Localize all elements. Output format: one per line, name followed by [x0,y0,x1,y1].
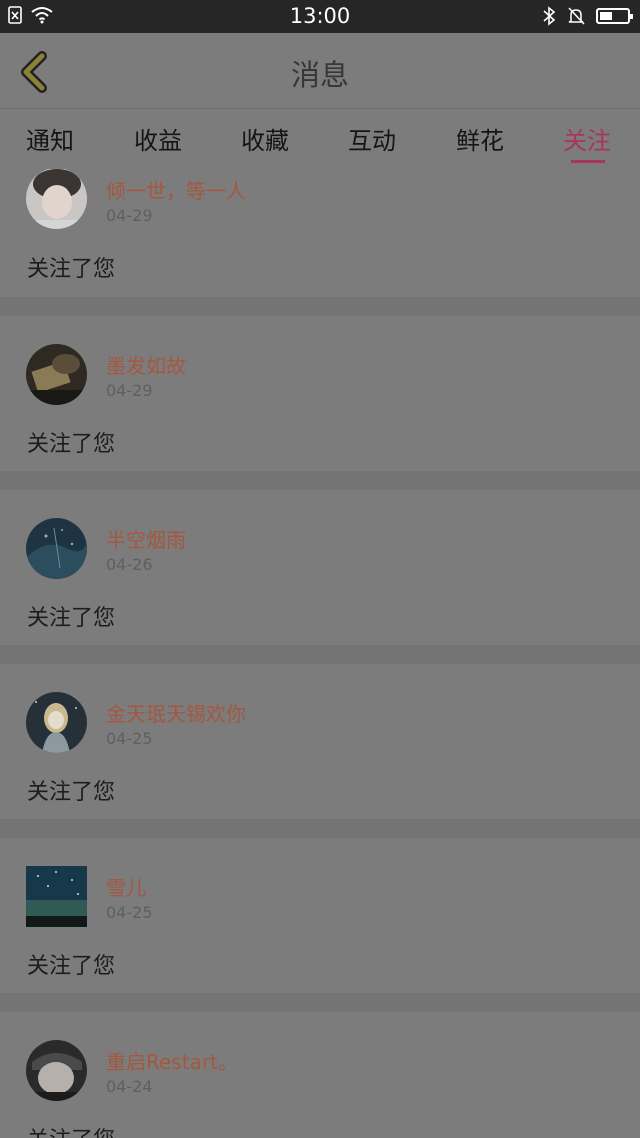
list-divider [0,645,640,664]
timestamp: 04-26 [106,555,153,574]
username[interactable]: 金天珉天锡欢你 [106,698,246,727]
mute-bell-icon [568,7,585,25]
username[interactable]: 雪儿 [106,872,146,901]
notification-message: 关注了您 [27,432,116,457]
header-bar: 消息 [0,33,640,109]
active-tab-indicator [571,160,605,163]
page-title: 消息 [290,58,349,92]
list-divider [0,471,640,490]
notification-message: 关注了您 [27,257,116,282]
list-divider [0,993,640,1012]
timestamp: 04-29 [106,381,153,400]
timestamp: 04-25 [106,729,153,748]
list-item[interactable]: 半空烟雨 04-26 关注了您 [0,490,640,631]
avatar[interactable] [26,692,87,753]
avatar[interactable] [26,1040,87,1101]
notification-message: 关注了您 [27,1122,115,1138]
battery-fill [600,12,612,20]
username[interactable]: 倾一世，等一人 [106,175,246,204]
username[interactable]: 重启Restart。 [106,1046,238,1075]
list-item[interactable]: 金天珉天锡欢你 04-25 关注了您 [0,664,640,805]
tab-notice[interactable]: 通知 [26,121,74,156]
tab-follow[interactable]: 关注 [563,121,611,156]
list-divider [0,819,640,838]
notification-message: 关注了您 [27,606,116,631]
list-item[interactable]: 重启Restart。 04-24 关注了您 [0,1012,640,1138]
timestamp: 04-24 [106,1077,153,1096]
notification-message: 关注了您 [27,954,116,979]
notification-message: 关注了您 [27,780,116,805]
avatar[interactable] [26,344,87,405]
avatar[interactable] [26,866,87,927]
username[interactable]: 半空烟雨 [106,524,186,553]
timestamp: 04-25 [106,903,153,922]
list-item[interactable]: 雪儿 04-25 关注了您 [0,838,640,979]
tab-bar: 通知 收益 收藏 互动 鲜花 关注 [0,109,640,169]
notification-list: 倾一世，等一人 04-29 关注了您 墨发如故 04-29 关注了您 半空烟雨 … [0,169,640,1138]
status-right-icons [542,6,633,26]
tab-interaction[interactable]: 互动 [348,121,396,156]
battery-icon [596,8,633,24]
tab-flowers[interactable]: 鲜花 [456,121,504,156]
avatar[interactable] [26,169,87,229]
list-item[interactable]: 倾一世，等一人 04-29 关注了您 [0,169,640,297]
list-divider [0,297,640,316]
status-bar: 13:00 [0,0,640,33]
tab-earnings[interactable]: 收益 [134,121,182,156]
avatar[interactable] [26,518,87,579]
bluetooth-icon [543,6,556,26]
timestamp: 04-29 [106,206,153,225]
username[interactable]: 墨发如故 [106,350,186,379]
list-item[interactable]: 墨发如故 04-29 关注了您 [0,316,640,457]
tab-favorites[interactable]: 收藏 [241,121,289,156]
